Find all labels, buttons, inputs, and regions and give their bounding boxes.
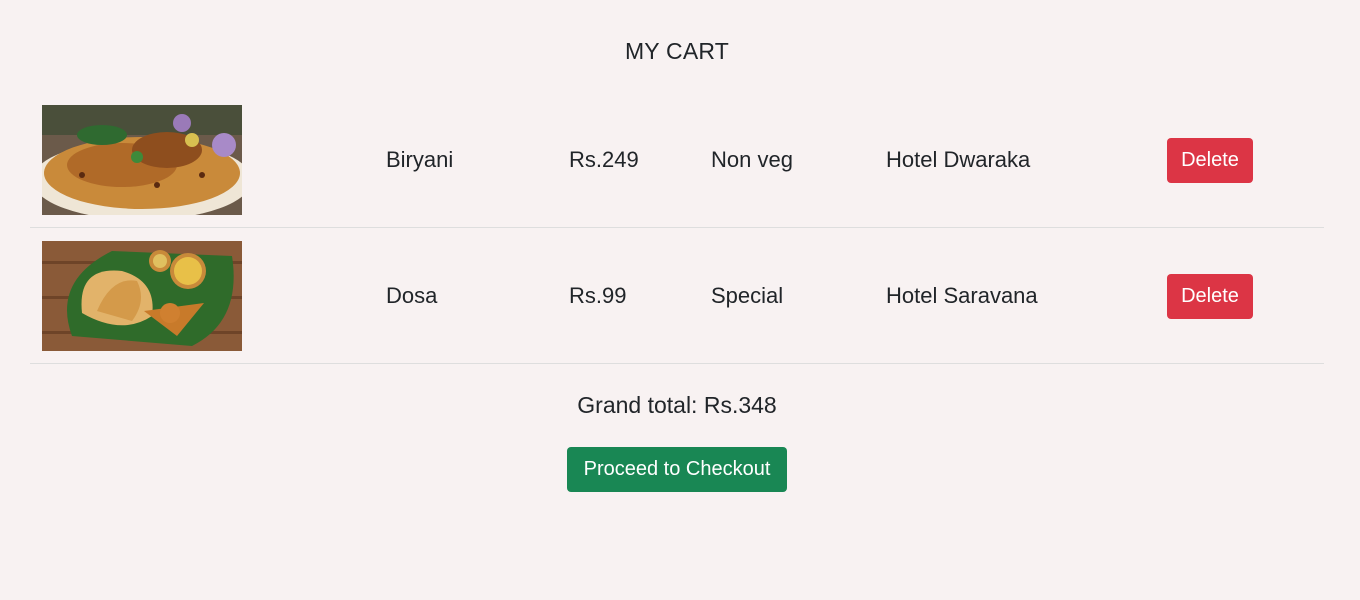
checkout-button[interactable]: Proceed to Checkout: [567, 447, 787, 492]
cart-row: Dosa Rs.99 Special Hotel Saravana Delete: [30, 228, 1324, 364]
item-hotel: Hotel Saravana: [886, 283, 1038, 308]
delete-button[interactable]: Delete: [1167, 138, 1253, 183]
dosa-image: [42, 241, 242, 351]
item-name: Dosa: [386, 283, 438, 308]
item-price: Rs.99: [569, 283, 627, 308]
item-type: Non veg: [711, 147, 793, 172]
biryani-image: [42, 105, 242, 215]
item-name: Biryani: [386, 147, 454, 172]
cart-row: Biryani Rs.249 Non veg Hotel Dwaraka Del…: [30, 92, 1324, 228]
delete-button[interactable]: Delete: [1167, 274, 1253, 319]
item-type: Special: [711, 283, 784, 308]
grand-total: Grand total: Rs.348: [577, 392, 777, 418]
page-title: MY CART: [624, 38, 730, 64]
item-price: Rs.249: [569, 147, 639, 172]
item-hotel: Hotel Dwaraka: [886, 147, 1031, 172]
cart-table: Biryani Rs.249 Non veg Hotel Dwaraka Del…: [30, 92, 1324, 364]
